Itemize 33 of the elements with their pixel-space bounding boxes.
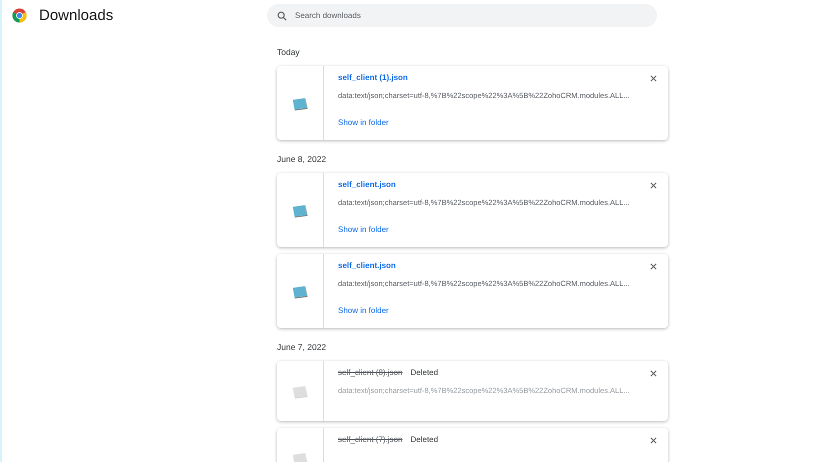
show-in-folder-link[interactable]: Show in folder bbox=[338, 306, 389, 315]
date-heading: June 7, 2022 bbox=[277, 342, 328, 352]
remove-button[interactable] bbox=[648, 261, 659, 272]
status-label: Deleted bbox=[410, 368, 438, 378]
remove-button[interactable] bbox=[648, 180, 659, 191]
show-in-folder-link[interactable]: Show in folder bbox=[338, 118, 389, 127]
browser-logo-icon bbox=[12, 8, 27, 23]
page-title: Downloads bbox=[39, 7, 114, 24]
close-icon bbox=[650, 437, 657, 444]
file-name-link[interactable]: self_client.json bbox=[338, 261, 396, 271]
close-icon bbox=[650, 182, 657, 189]
show-in-folder-link[interactable]: Show in folder bbox=[338, 225, 389, 234]
search-input[interactable]: Search downloads bbox=[295, 11, 647, 20]
file-name: self_client (8).json bbox=[338, 368, 402, 378]
close-icon bbox=[650, 75, 657, 82]
search-icon bbox=[277, 10, 287, 20]
remove-button[interactable] bbox=[648, 73, 659, 84]
file-name-link[interactable]: self_client (1).json bbox=[338, 73, 408, 83]
file-icon bbox=[291, 96, 309, 110]
close-icon bbox=[650, 370, 657, 377]
file-name: self_client (7).json bbox=[338, 435, 402, 445]
date-heading: Today bbox=[277, 47, 301, 57]
file-icon bbox=[291, 450, 309, 462]
file-icon bbox=[291, 384, 309, 398]
file-name-link[interactable]: self_client.json bbox=[338, 180, 396, 190]
search-field[interactable]: Search downloads bbox=[267, 4, 657, 27]
status-label: Deleted bbox=[410, 435, 438, 445]
date-heading: June 8, 2022 bbox=[277, 154, 328, 164]
file-icon bbox=[291, 202, 309, 218]
remove-button[interactable] bbox=[648, 368, 659, 379]
close-icon bbox=[650, 263, 657, 270]
remove-button[interactable] bbox=[648, 435, 659, 446]
file-icon bbox=[291, 284, 309, 298]
